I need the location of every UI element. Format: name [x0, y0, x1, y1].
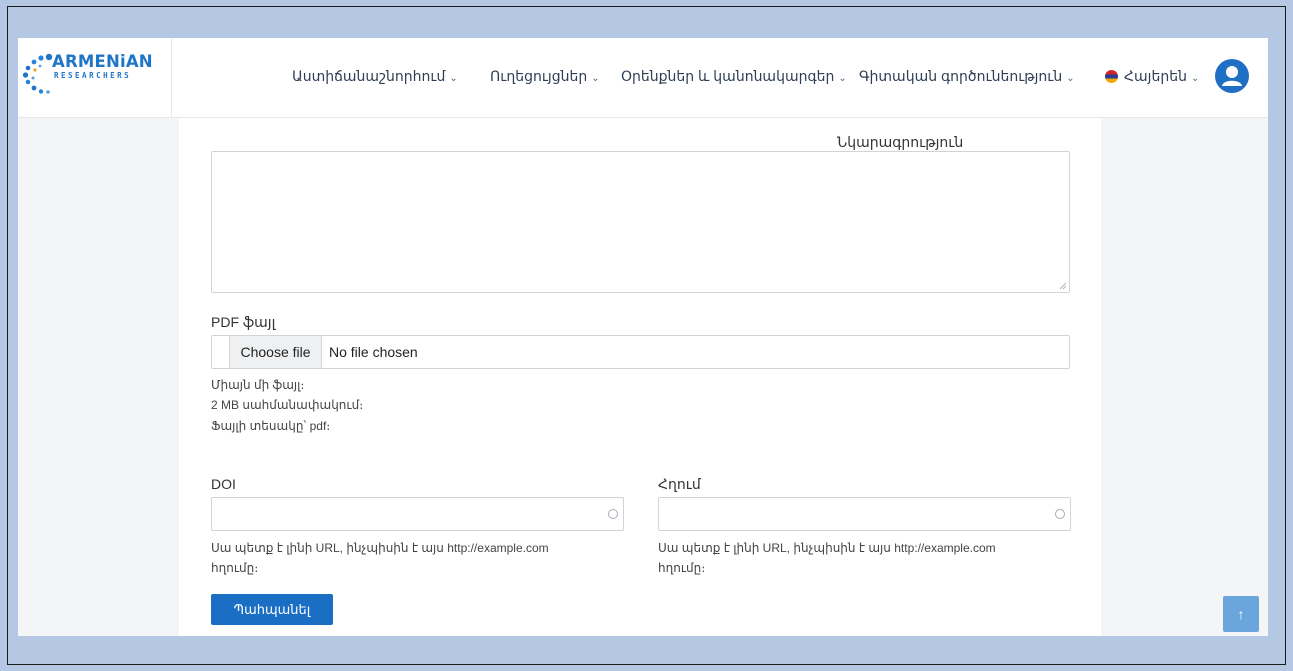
site-logo[interactable]: ARMENiAN RESEARCHERS: [18, 38, 172, 118]
pdf-hint-single-file: Միայն մի ֆայլ։: [211, 378, 305, 392]
nav-item-scientific-activity[interactable]: Գիտական գործունեություն ⌄: [859, 68, 1075, 85]
save-button[interactable]: Պահպանել: [211, 594, 333, 625]
pdf-file-label: PDF ֆայլ: [211, 314, 276, 330]
chevron-down-icon: ⌄: [449, 73, 458, 84]
site-header: ARMENiAN RESEARCHERS Աստիճանաշնորհում ⌄ Ո…: [18, 38, 1268, 118]
armenia-flag-icon: [1105, 70, 1118, 83]
logo-tagline: RESEARCHERS: [54, 71, 132, 80]
resize-handle-icon[interactable]: [1059, 282, 1067, 290]
nav-item-guides[interactable]: Ուղեցույցներ ⌄: [490, 68, 600, 85]
chevron-down-icon: ⌄: [1066, 73, 1075, 84]
help-line: Սա պետք է լինի URL, ինչպիսին է այս http:…: [658, 541, 996, 555]
doi-input[interactable]: [211, 497, 624, 531]
nav-item-degree-awarding[interactable]: Աստիճանաշնորհում ⌄: [292, 68, 458, 85]
nav-item-label: Աստիճանաշնորհում: [292, 68, 446, 84]
doi-help-text: Սա պետք է լինի URL, ինչպիսին է այս http:…: [211, 538, 631, 578]
input-status-icon: [608, 509, 618, 519]
link-input[interactable]: [658, 497, 1071, 531]
pdf-hint-size-limit: 2 MB սահմանափակում։: [211, 398, 364, 412]
logo-dots-icon: [22, 53, 53, 94]
file-status-text: No file chosen: [329, 344, 418, 360]
arrow-up-icon: ↑: [1237, 606, 1245, 622]
nav-item-label: Ուղեցույցներ: [490, 68, 588, 84]
language-selector[interactable]: Հայերեն ⌄: [1105, 68, 1199, 85]
description-textarea[interactable]: [211, 151, 1070, 293]
link-label: Հղում: [658, 476, 701, 492]
browser-viewport: ARMENiAN RESEARCHERS Աստիճանաշնորհում ⌄ Ո…: [18, 38, 1268, 636]
chevron-down-icon: ⌄: [838, 73, 847, 84]
user-menu-button[interactable]: [1215, 59, 1249, 93]
scroll-to-top-button[interactable]: ↑: [1223, 596, 1259, 632]
chevron-down-icon: ⌄: [1190, 73, 1200, 84]
input-status-icon: [1055, 509, 1065, 519]
nav-item-label: Գիտական գործունեություն: [859, 68, 1063, 84]
help-line: Սա պետք է լինի URL, ինչպիսին է այս http:…: [211, 541, 549, 555]
language-label: Հայերեն: [1124, 68, 1187, 84]
description-label: Նկարագրություն: [837, 134, 964, 150]
choose-file-button[interactable]: Choose file: [229, 336, 322, 368]
doi-label: DOI: [211, 476, 236, 492]
chevron-down-icon: ⌄: [591, 73, 600, 84]
logo-wordmark: ARMENiAN: [52, 52, 153, 71]
nav-item-label: Օրենքներ և կանոնակարգեր: [621, 68, 835, 84]
nav-item-laws-regulations[interactable]: Օրենքներ և կանոնակարգեր ⌄: [621, 68, 847, 85]
user-avatar-icon: [1222, 66, 1242, 86]
help-line: հղումը։: [211, 561, 259, 575]
link-help-text: Սա պետք է լինի URL, ինչպիսին է այս http:…: [658, 538, 1078, 578]
help-line: հղումը։: [658, 561, 706, 575]
pdf-file-input[interactable]: Choose file No file chosen: [211, 335, 1070, 369]
pdf-hint-file-type: Ֆայլի տեսակը՝ pdf։: [211, 419, 331, 433]
